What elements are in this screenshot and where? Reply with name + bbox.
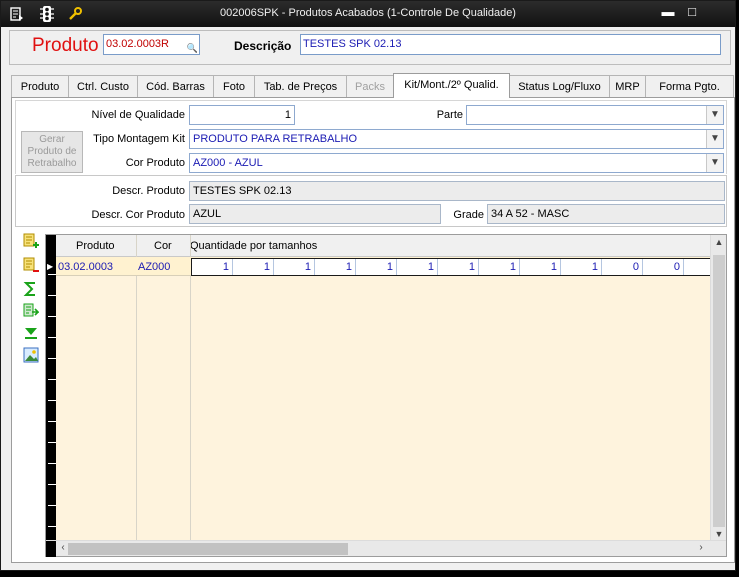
sizes-grid[interactable]: ▶ Produto Cor Quantidade por tamanhos 03… xyxy=(45,234,727,557)
cor-produto-value: AZ000 - AZUL xyxy=(193,157,263,169)
main-window: 002006SPK - Produtos Acabados (1-Control… xyxy=(0,0,736,571)
parte-select[interactable]: ▼ xyxy=(466,105,724,125)
delete-row-icon[interactable] xyxy=(23,257,39,273)
grade-label: Grade xyxy=(453,209,484,221)
descr-cor-field: AZUL xyxy=(189,204,441,224)
tab-cod-barras[interactable]: Cód. Barras xyxy=(137,75,214,97)
descr-produto-label: Descr. Produto xyxy=(112,185,185,197)
image-icon[interactable] xyxy=(23,347,39,363)
vertical-scrollbar[interactable]: ▲ ▼ xyxy=(710,235,726,541)
grade-field: 34 A 52 - MASC xyxy=(487,204,725,224)
cell-qty-sizes[interactable]: 1 1 1 1 1 1 1 1 1 1 0 0 xyxy=(191,258,712,276)
descr-cor-value: AZUL xyxy=(193,208,222,220)
cell-produto[interactable]: 03.02.0003 xyxy=(58,261,113,273)
parte-label: Parte xyxy=(436,109,463,121)
tab-forma-pgto[interactable]: Forma Pgto. xyxy=(645,75,734,97)
minimize-button[interactable]: ▬ xyxy=(657,5,679,21)
cor-produto-label: Cor Produto xyxy=(125,157,185,169)
qty-cell[interactable]: 1 xyxy=(438,259,479,275)
vertical-scroll-thumb[interactable] xyxy=(713,255,725,527)
horizontal-scroll-thumb[interactable] xyxy=(68,543,348,555)
tipo-montagem-select[interactable]: PRODUTO PARA RETRABALHO ▼ xyxy=(189,129,724,149)
scroll-right-icon[interactable]: › xyxy=(694,542,708,553)
qty-cell[interactable]: 1 xyxy=(233,259,274,275)
descricao-input[interactable]: TESTES SPK 02.13 xyxy=(300,34,721,55)
tab-kit-mont[interactable]: Kit/Mont./2º Qualid. xyxy=(393,73,510,98)
qty-cell[interactable]: 1 xyxy=(274,259,315,275)
qty-cell[interactable]: 1 xyxy=(561,259,602,275)
descr-produto-value: TESTES SPK 02.13 xyxy=(193,185,292,197)
tab-status-log[interactable]: Status Log/Fluxo xyxy=(509,75,610,97)
nivel-label: Nível de Qualidade xyxy=(91,109,185,121)
title-bar: 002006SPK - Produtos Acabados (1-Control… xyxy=(1,1,735,27)
qty-cell[interactable]: 1 xyxy=(192,259,233,275)
tab-strip: Produto Ctrl. Custo Cód. Barras Foto Tab… xyxy=(11,73,737,98)
produto-input[interactable]: 03.02.0003R 🔍 xyxy=(103,34,200,55)
descr-cor-label: Descr. Cor Produto xyxy=(91,209,185,221)
qty-cell[interactable]: 0 xyxy=(643,259,684,275)
qty-cell[interactable]: 1 xyxy=(356,259,397,275)
row-indicator-column: ▶ xyxy=(46,235,56,541)
col-cor-header[interactable]: Cor xyxy=(154,240,172,252)
move-down-icon[interactable] xyxy=(23,325,39,341)
tab-ctrl-custo[interactable]: Ctrl. Custo xyxy=(68,75,138,97)
lookup-icon[interactable]: 🔍 xyxy=(187,43,198,54)
table-row[interactable]: 03.02.0003 AZ000 1 1 1 1 1 1 1 1 1 1 0 0 xyxy=(56,257,712,276)
tab-produto[interactable]: Produto xyxy=(11,75,69,97)
produto-value: 03.02.0003R xyxy=(106,38,169,50)
grade-value: 34 A 52 - MASC xyxy=(491,208,570,220)
chevron-down-icon[interactable]: ▼ xyxy=(706,130,723,148)
qty-cell[interactable]: 1 xyxy=(479,259,520,275)
maximize-icon: □ xyxy=(688,4,696,19)
col-produto-header[interactable]: Produto xyxy=(76,240,115,252)
scroll-up-icon[interactable]: ▲ xyxy=(711,237,727,247)
col-qty-header[interactable]: Quantidade por tamanhos xyxy=(190,240,317,252)
tab-tab-precos[interactable]: Tab. de Preços xyxy=(254,75,347,97)
grid-header: Produto Cor Quantidade por tamanhos xyxy=(56,235,712,257)
minimize-icon: ▬ xyxy=(661,4,675,19)
descricao-value: TESTES SPK 02.13 xyxy=(303,38,402,50)
grid-body: 03.02.0003 AZ000 1 1 1 1 1 1 1 1 1 1 0 0 xyxy=(56,235,712,541)
tab-foto[interactable]: Foto xyxy=(213,75,255,97)
horizontal-scrollbar[interactable]: ‹ › xyxy=(46,540,726,557)
window-title: 002006SPK - Produtos Acabados (1-Control… xyxy=(220,7,516,19)
sum-icon[interactable] xyxy=(23,281,39,297)
export-icon[interactable] xyxy=(23,303,40,319)
nivel-value: 1 xyxy=(284,109,291,121)
chevron-down-icon[interactable]: ▼ xyxy=(706,106,723,124)
qty-cell[interactable]: 0 xyxy=(602,259,643,275)
produto-label: Produto xyxy=(32,35,99,56)
chevron-down-icon[interactable]: ▼ xyxy=(706,154,723,172)
scroll-down-icon[interactable]: ▼ xyxy=(711,529,727,539)
descricao-label: Descrição xyxy=(234,39,292,53)
add-row-icon[interactable] xyxy=(23,233,39,249)
tipo-montagem-value: PRODUTO PARA RETRABALHO xyxy=(193,133,358,145)
cell-cor[interactable]: AZ000 xyxy=(138,261,170,273)
qty-cell[interactable]: 1 xyxy=(520,259,561,275)
tab-mrp[interactable]: MRP xyxy=(609,75,646,97)
product-header: Produto 03.02.0003R 🔍 Descrição TESTES S… xyxy=(9,30,731,65)
nivel-input[interactable]: 1 xyxy=(189,105,295,125)
gerar-produto-retrabalho-button: Gerar Produto de Retrabalho xyxy=(21,131,83,173)
current-row-icon: ▶ xyxy=(47,262,54,271)
qty-cell[interactable]: 1 xyxy=(315,259,356,275)
tab-packs: Packs xyxy=(346,75,394,97)
descr-produto-field: TESTES SPK 02.13 xyxy=(189,181,725,201)
qty-cell[interactable]: 1 xyxy=(397,259,438,275)
maximize-button[interactable]: □ xyxy=(681,5,703,21)
tipo-montagem-label: Tipo Montagem Kit xyxy=(93,133,185,145)
cor-produto-select[interactable]: AZ000 - AZUL ▼ xyxy=(189,153,724,173)
